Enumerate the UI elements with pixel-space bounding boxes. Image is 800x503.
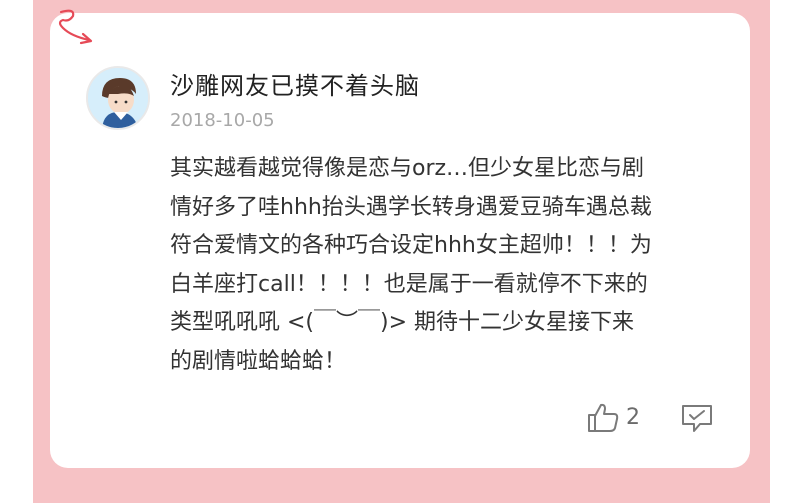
decorative-squiggle-arrow-icon	[58, 9, 93, 45]
comment-line: 符合爱情文的各种巧合设定hhh女主超帅！！！为	[170, 233, 652, 258]
like-button[interactable]: 2	[586, 401, 640, 433]
username[interactable]: 沙雕网友已摸不着头脑	[170, 66, 420, 101]
comment-line: 类型吼吼吼 <(￣︶￣)> 期待十二少女星接下来	[170, 310, 635, 335]
comment-date: 2018-10-05	[170, 110, 275, 131]
avatar[interactable]	[86, 66, 150, 130]
comment-bubble-icon	[682, 405, 712, 432]
like-count: 2	[626, 404, 640, 430]
comment-line: 的剧情啦蛤蛤蛤！	[170, 348, 347, 374]
reply-button[interactable]	[680, 402, 714, 434]
comment-text: 其实越看越觉得像是恋与orz…但少女星比恋与剧 情好多了哇hhh抬头遇学长转身遇…	[170, 150, 730, 381]
comment-line: 情好多了哇hhh抬头遇学长转身遇爱豆骑车遇总裁	[170, 194, 652, 220]
comment-line: 白羊座打call！！！！也是属于一看就停不下来的	[170, 271, 648, 297]
avatar-illustration-icon	[88, 68, 148, 128]
comment-line: 其实越看越觉得像是恋与orz…但少女星比恋与剧	[170, 156, 645, 181]
thumbs-up-icon	[588, 403, 619, 432]
